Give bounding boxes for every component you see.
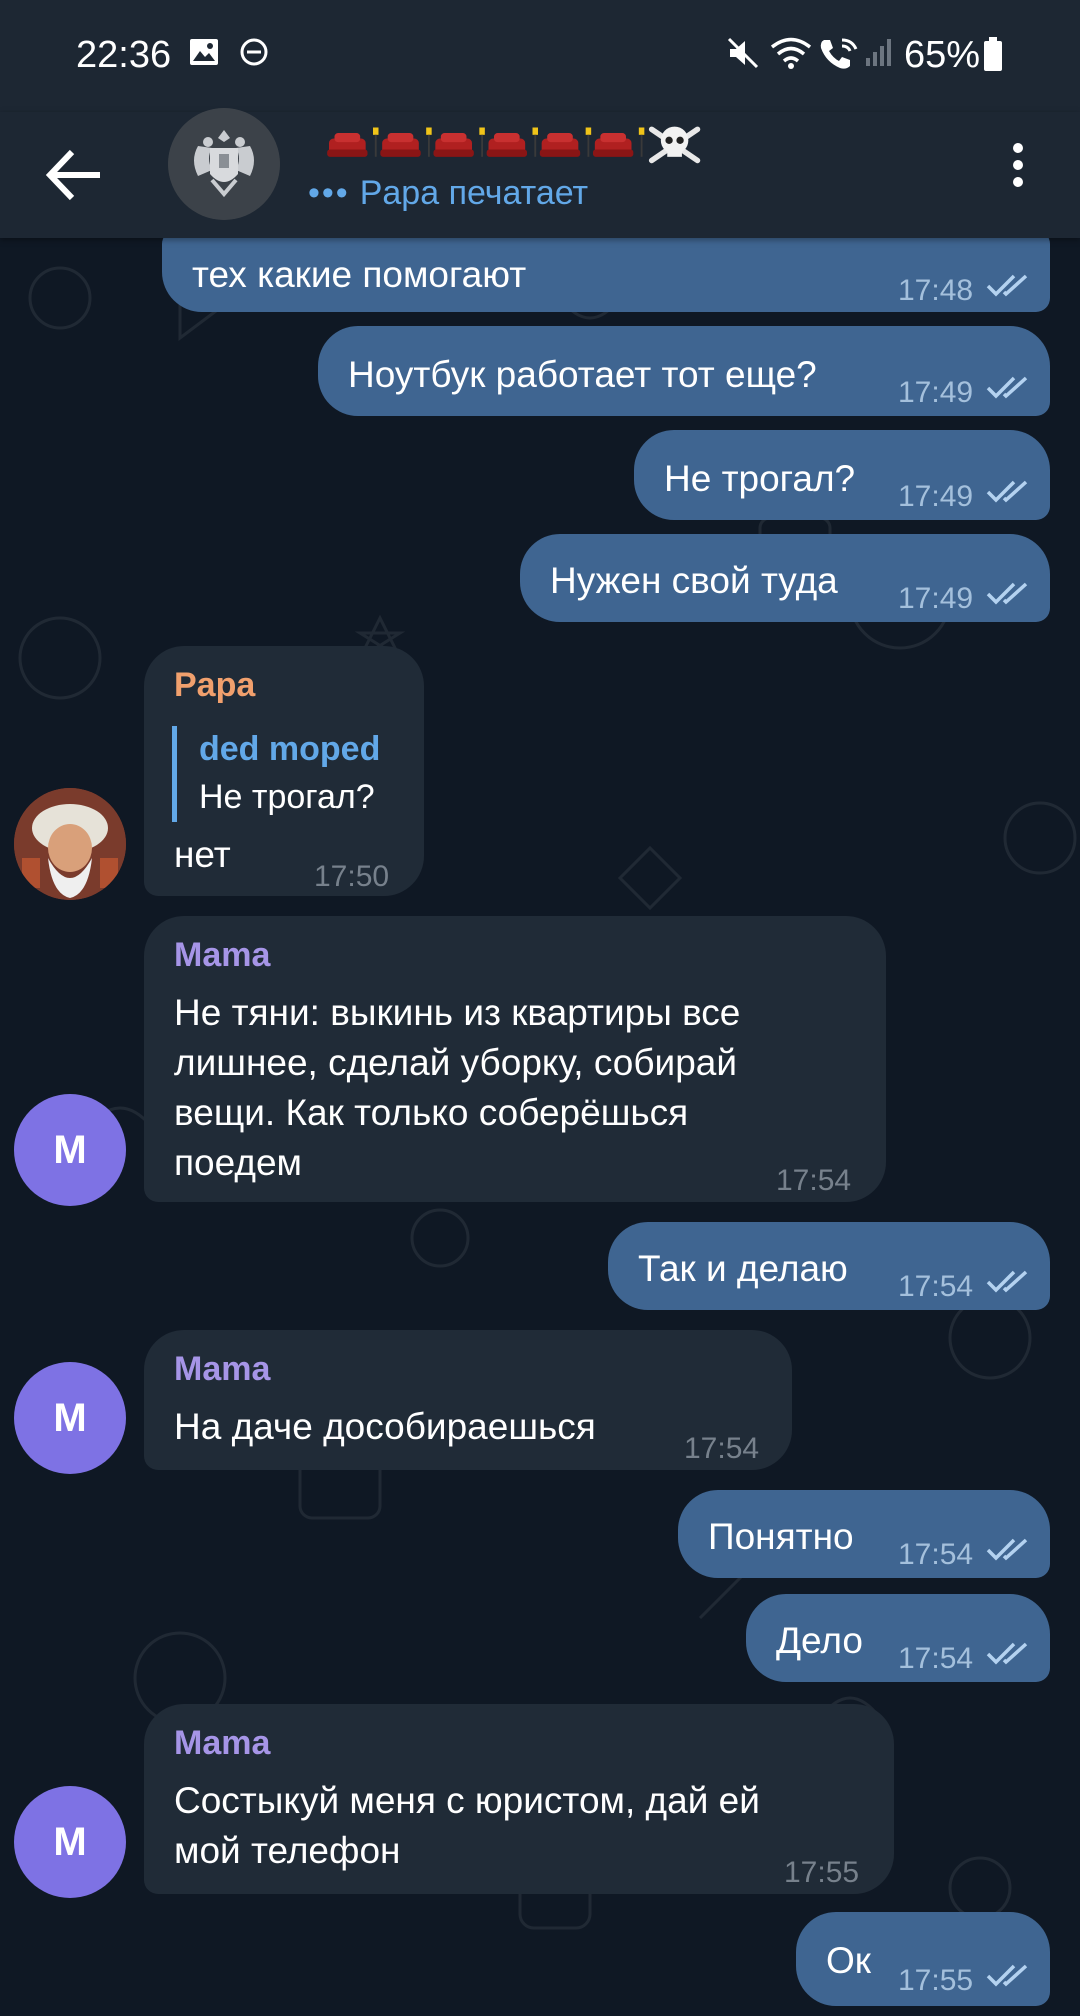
typing-status: ••• Papa печатает xyxy=(308,174,588,213)
double-check-icon xyxy=(986,1270,1028,1293)
sofa-lamp-row xyxy=(327,126,701,164)
avatar-mama[interactable]: M xyxy=(14,1094,126,1206)
message-incoming[interactable]: Papa ded moped Не трогал? нет 17:50 xyxy=(144,646,424,896)
message-time: 17:54 xyxy=(684,1432,760,1465)
message-time: 17:49 xyxy=(898,480,974,513)
message-text: Так и делаю xyxy=(638,1248,848,1289)
message-text: тех какие помогают xyxy=(192,254,527,295)
message-outgoing[interactable]: Ок 17:55 xyxy=(796,1912,1050,2006)
message-outgoing[interactable]: Нужен свой туда 17:49 xyxy=(520,534,1050,622)
more-menu-icon[interactable] xyxy=(998,140,1038,190)
message-outgoing[interactable]: Понятно 17:54 xyxy=(678,1490,1050,1578)
double-check-icon xyxy=(986,582,1028,605)
message-time: 17:55 xyxy=(898,1964,974,1997)
message-text-line: лишнее, сделай уборку, собирай xyxy=(174,1042,738,1083)
message-text: Нужен свой туда xyxy=(550,560,838,601)
reply-author: ded moped xyxy=(199,730,381,768)
wifi-icon xyxy=(770,37,812,69)
typing-dots-icon: ••• xyxy=(308,174,350,212)
message-time: 17:49 xyxy=(898,376,974,409)
dnd-icon xyxy=(240,38,268,66)
message-time: 17:54 xyxy=(898,1270,974,1303)
message-text: Не трогал? xyxy=(664,458,856,499)
sender-name: Papa xyxy=(174,666,256,704)
message-time: 17:55 xyxy=(784,1856,860,1889)
message-text-line: вещи. Как только соберёшься xyxy=(174,1092,689,1133)
double-check-icon xyxy=(986,274,1028,297)
status-time: 22:36 xyxy=(76,34,172,76)
message-text: Дело xyxy=(776,1620,863,1661)
double-check-icon xyxy=(986,1642,1028,1665)
wifi-calling-icon xyxy=(820,38,858,69)
sender-name: Mama xyxy=(174,1350,271,1388)
avatar-papa-image xyxy=(14,788,126,900)
gallery-icon xyxy=(190,39,218,65)
double-check-icon xyxy=(986,1964,1028,1987)
message-text: Понятно xyxy=(708,1516,854,1557)
double-check-icon xyxy=(986,376,1028,399)
double-check-icon xyxy=(986,1538,1028,1561)
status-bar: 22:36 65% xyxy=(0,0,1080,112)
message-time: 17:54 xyxy=(898,1642,974,1675)
message-outgoing[interactable]: тех какие помогают 17:48 xyxy=(162,230,1050,312)
chat-avatar[interactable] xyxy=(168,108,280,220)
battery-percent: 65% xyxy=(904,34,981,76)
mute-icon xyxy=(727,37,759,69)
message-time: 17:49 xyxy=(898,582,974,615)
message-text: Ноутбук работает тот еще? xyxy=(348,354,817,395)
message-text: Ок xyxy=(826,1940,871,1981)
battery-icon xyxy=(984,37,1002,71)
message-time: 17:54 xyxy=(776,1164,852,1197)
message-time: 17:48 xyxy=(898,274,974,307)
message-incoming[interactable]: Mama На даче дособираешься 17:54 xyxy=(144,1330,792,1470)
message-time: 17:54 xyxy=(898,1538,974,1571)
sender-name: Mama xyxy=(174,936,271,974)
message-outgoing[interactable]: Не трогал? 17:49 xyxy=(634,430,1050,520)
message-time: 17:50 xyxy=(314,860,390,893)
coat-of-arms-icon xyxy=(168,108,280,220)
message-incoming[interactable]: Mama Не тяни: выкинь из квартиры все лиш… xyxy=(144,916,886,1202)
reply-text: Не трогал? xyxy=(199,778,375,816)
skull-crossbones-icon xyxy=(648,126,701,164)
message-incoming[interactable]: Mama Состыкуй меня с юристом, дай ей мой… xyxy=(144,1704,894,1894)
message-outgoing[interactable]: Так и делаю 17:54 xyxy=(608,1222,1050,1310)
message-text: нет xyxy=(174,834,231,875)
sender-name: Mama xyxy=(174,1724,271,1762)
reply-quote[interactable]: ded moped Не трогал? xyxy=(172,726,380,822)
chat-title-emoji xyxy=(327,126,701,164)
message-text: На даче дособираешься xyxy=(174,1406,596,1447)
message-outgoing[interactable]: Ноутбук работает тот еще? 17:49 xyxy=(318,326,1050,416)
message-text-line: Состыкуй меня с юристом, дай ей xyxy=(174,1780,760,1821)
message-text-line: мой телефон xyxy=(174,1830,401,1871)
avatar-mama[interactable]: M xyxy=(14,1362,126,1474)
avatar-papa[interactable] xyxy=(14,788,126,900)
back-arrow-icon[interactable] xyxy=(40,142,110,208)
double-check-icon xyxy=(986,480,1028,503)
message-outgoing[interactable]: Дело 17:54 xyxy=(746,1594,1050,1682)
signal-icon xyxy=(866,39,891,66)
message-text-line: Не тяни: выкинь из квартиры все xyxy=(174,992,741,1033)
message-text-line: поедем xyxy=(174,1142,302,1183)
typing-status-text: Papa печатает xyxy=(359,174,589,212)
avatar-mama[interactable]: M xyxy=(14,1786,126,1898)
